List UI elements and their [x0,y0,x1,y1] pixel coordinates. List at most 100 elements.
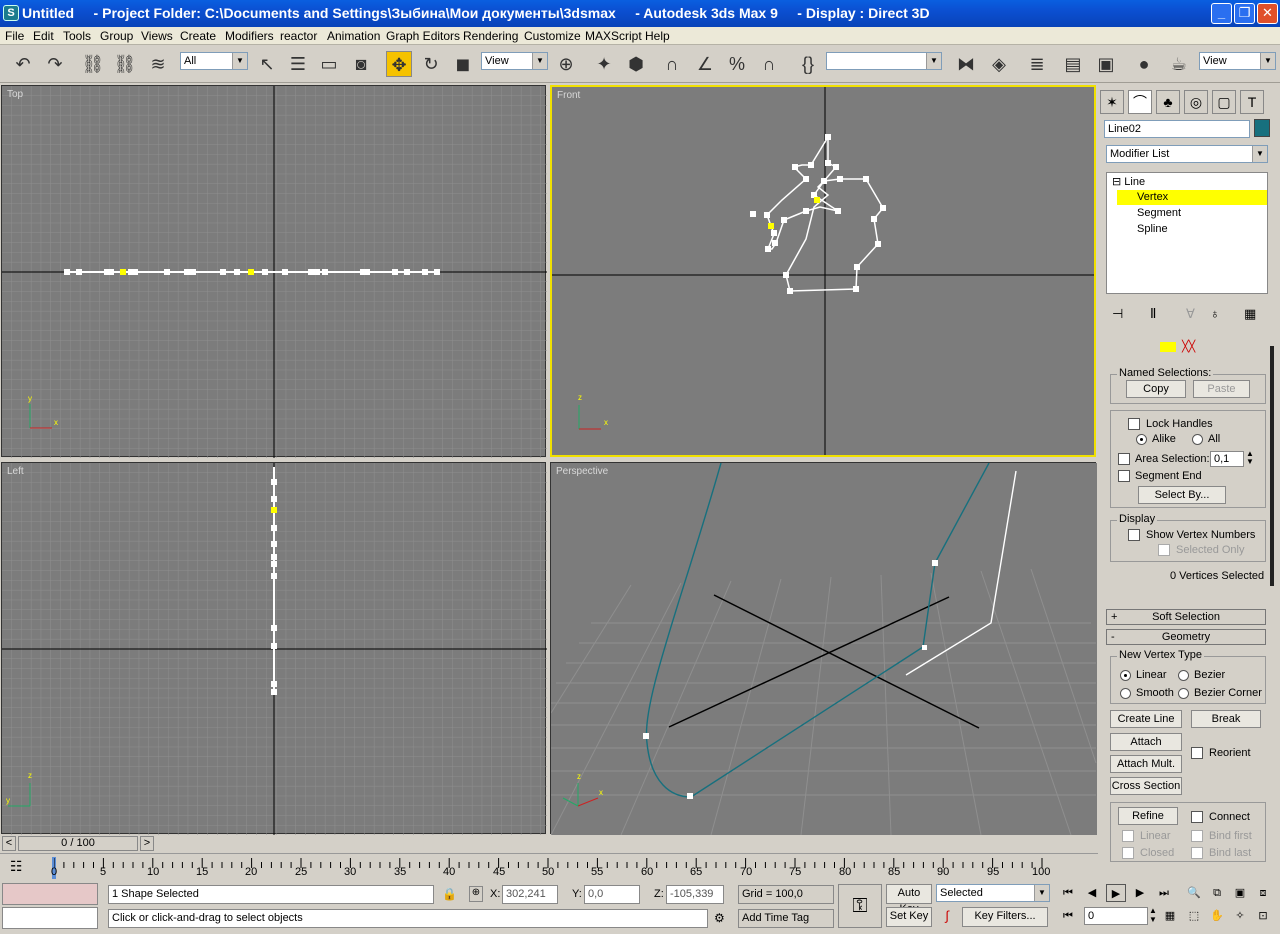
menu-graph-editors[interactable]: Graph Editors [386,29,460,43]
all-radio[interactable] [1192,434,1203,445]
maximize-button[interactable]: ❐ [1234,3,1255,24]
panel-scrollbar[interactable] [1270,346,1274,586]
remove-modifier-icon[interactable]: ♁ [1210,306,1220,321]
show-vertex-numbers-checkbox[interactable] [1128,529,1140,541]
select-move-icon[interactable]: ✥ [386,51,412,77]
soft-selection-rollout[interactable]: + Soft Selection [1106,609,1266,625]
viewport-front[interactable]: Front z x [550,85,1096,457]
bind-first-checkbox[interactable] [1191,830,1203,842]
material-editor-icon[interactable]: ● [1131,51,1157,77]
previous-frame-icon[interactable]: ◀ [1082,884,1102,902]
auto-key-button[interactable]: Auto Key [886,884,932,915]
zoom-all-icon[interactable]: ⧉ [1207,884,1227,902]
set-key-icon[interactable]: ⚿ [838,884,882,928]
select-by-button[interactable]: Select By... [1138,486,1226,504]
align-icon[interactable]: ◈ [986,51,1012,77]
viewport-perspective[interactable]: Perspective z x [550,462,1097,835]
minimize-button[interactable]: _ [1211,3,1232,24]
reorient-checkbox[interactable] [1191,747,1203,759]
snap-toggle-icon[interactable]: ∩ [659,51,685,77]
current-frame-field[interactable]: 0 [1084,907,1148,925]
copy-button[interactable]: Copy [1126,380,1186,398]
geometry-rollout[interactable]: - Geometry [1106,629,1266,645]
lock-handles-checkbox[interactable] [1128,418,1140,430]
menu-reactor[interactable]: reactor [280,29,317,43]
menu-animation[interactable]: Animation [327,29,380,43]
keyboard-shortcut-icon[interactable]: ⬢ [623,51,649,77]
stack-item-spline[interactable]: Spline [1137,222,1168,237]
go-to-end-icon[interactable]: ⏭ [1154,884,1174,902]
bind-space-warp-icon[interactable]: ≋ [145,51,171,77]
select-rotate-icon[interactable]: ↻ [418,51,444,77]
menu-help[interactable]: Help [645,29,670,43]
menu-group[interactable]: Group [100,29,133,43]
spinner-snap-icon[interactable]: ∩ [756,51,782,77]
viewport-label-left[interactable]: Left [7,466,24,477]
percent-snap-icon[interactable]: % [724,51,750,77]
bind-last-checkbox[interactable] [1191,847,1203,859]
time-tag-icon[interactable]: ⚙ [714,911,725,925]
edit-named-selection-icon[interactable]: {} [795,51,821,77]
segment-end-checkbox[interactable] [1118,470,1130,482]
render-scene-icon[interactable]: ☕ [1166,51,1192,77]
closed-checkbox[interactable] [1122,847,1134,859]
named-selection-set-dropdown[interactable]: ▼ [826,52,942,70]
stack-item-line[interactable]: ⊟ Line [1112,175,1145,190]
arc-rotate-icon[interactable]: ✧ [1230,907,1250,925]
zoom-extents-all-icon[interactable]: ⧈ [1253,884,1273,902]
object-name-field[interactable]: Line02 [1104,120,1250,138]
make-unique-icon[interactable]: ∀ [1186,306,1195,322]
display-panel-icon[interactable]: ▢ [1212,90,1236,114]
viewport-label-top[interactable]: Top [7,89,23,100]
connect-checkbox[interactable] [1191,811,1203,823]
maximize-viewport-icon[interactable]: ⊡ [1253,907,1273,925]
viewport-top[interactable]: Top y x [1,85,547,458]
x-coordinate-field[interactable]: 302,241 [502,885,558,904]
create-line-button[interactable]: Create Line [1110,710,1182,728]
undo-icon[interactable]: ↶ [10,51,36,77]
default-tangent-icon[interactable]: ∫ [936,908,958,928]
menu-edit[interactable]: Edit [33,29,54,43]
pan-hand-icon[interactable]: ✋ [1207,907,1227,925]
segment-subobject-icon[interactable]: ╳╳ [1182,340,1195,353]
area-selection-checkbox[interactable] [1118,453,1130,465]
schematic-view-icon[interactable]: ▣ [1093,51,1119,77]
angle-snap-icon[interactable]: ∠ [692,51,718,77]
menu-tools[interactable]: Tools [63,29,91,43]
mirror-icon[interactable]: ⧓ [953,51,979,77]
create-panel-icon[interactable]: ✶ [1100,90,1124,114]
viewport-label-perspective[interactable]: Perspective [556,466,608,477]
key-mode-toggle-icon[interactable]: ⏮ [1058,907,1078,925]
close-button[interactable]: ✕ [1257,3,1278,24]
track-bar[interactable]: ☷ 0 5 10 15 20 25 30 35 40 45 50 55 60 6… [0,853,1098,880]
alike-radio[interactable] [1136,434,1147,445]
zoom-extents-icon[interactable]: ▣ [1230,884,1250,902]
zoom-icon[interactable]: 🔍 [1184,884,1204,902]
zoom-region-icon[interactable]: ⬚ [1184,907,1204,925]
lock-selection-icon[interactable]: 🔒 [442,887,457,901]
select-pointer-icon[interactable]: ↖ [254,51,280,77]
next-frame-icon[interactable]: ▶ [1130,884,1150,902]
menu-views[interactable]: Views [141,29,173,43]
select-manipulate-icon[interactable]: ✦ [591,51,617,77]
menu-file[interactable]: File [5,29,24,43]
modify-panel-icon[interactable]: ⌒ [1128,90,1152,114]
pin-stack-icon[interactable]: ⊣ [1112,306,1123,322]
area-selection-input[interactable]: 0,1 [1210,451,1244,467]
y-coordinate-field[interactable]: 0,0 [584,885,640,904]
select-by-name-icon[interactable]: ☰ [285,51,311,77]
set-key-button[interactable]: Set Key [886,907,932,927]
selected-only-checkbox[interactable] [1158,544,1170,556]
selection-filter-dropdown[interactable]: All ▼ [180,52,248,70]
slider-left-arrow-icon[interactable]: < [2,836,16,851]
add-time-tag-button[interactable]: Add Time Tag [738,909,834,928]
menu-customize[interactable]: Customize [524,29,581,43]
reference-coordinate-dropdown[interactable]: View ▼ [481,52,548,70]
modifier-list-dropdown[interactable]: Modifier List ▼ [1106,145,1268,163]
smooth-radio[interactable] [1120,688,1131,699]
play-icon[interactable]: ▶ [1106,884,1126,902]
z-coordinate-field[interactable]: -105,339 [666,885,724,904]
vertex-subobject-icon[interactable] [1160,342,1176,352]
use-pivot-center-icon[interactable]: ⊕ [553,51,579,77]
time-slider-thumb[interactable]: 0 / 100 [18,836,138,851]
